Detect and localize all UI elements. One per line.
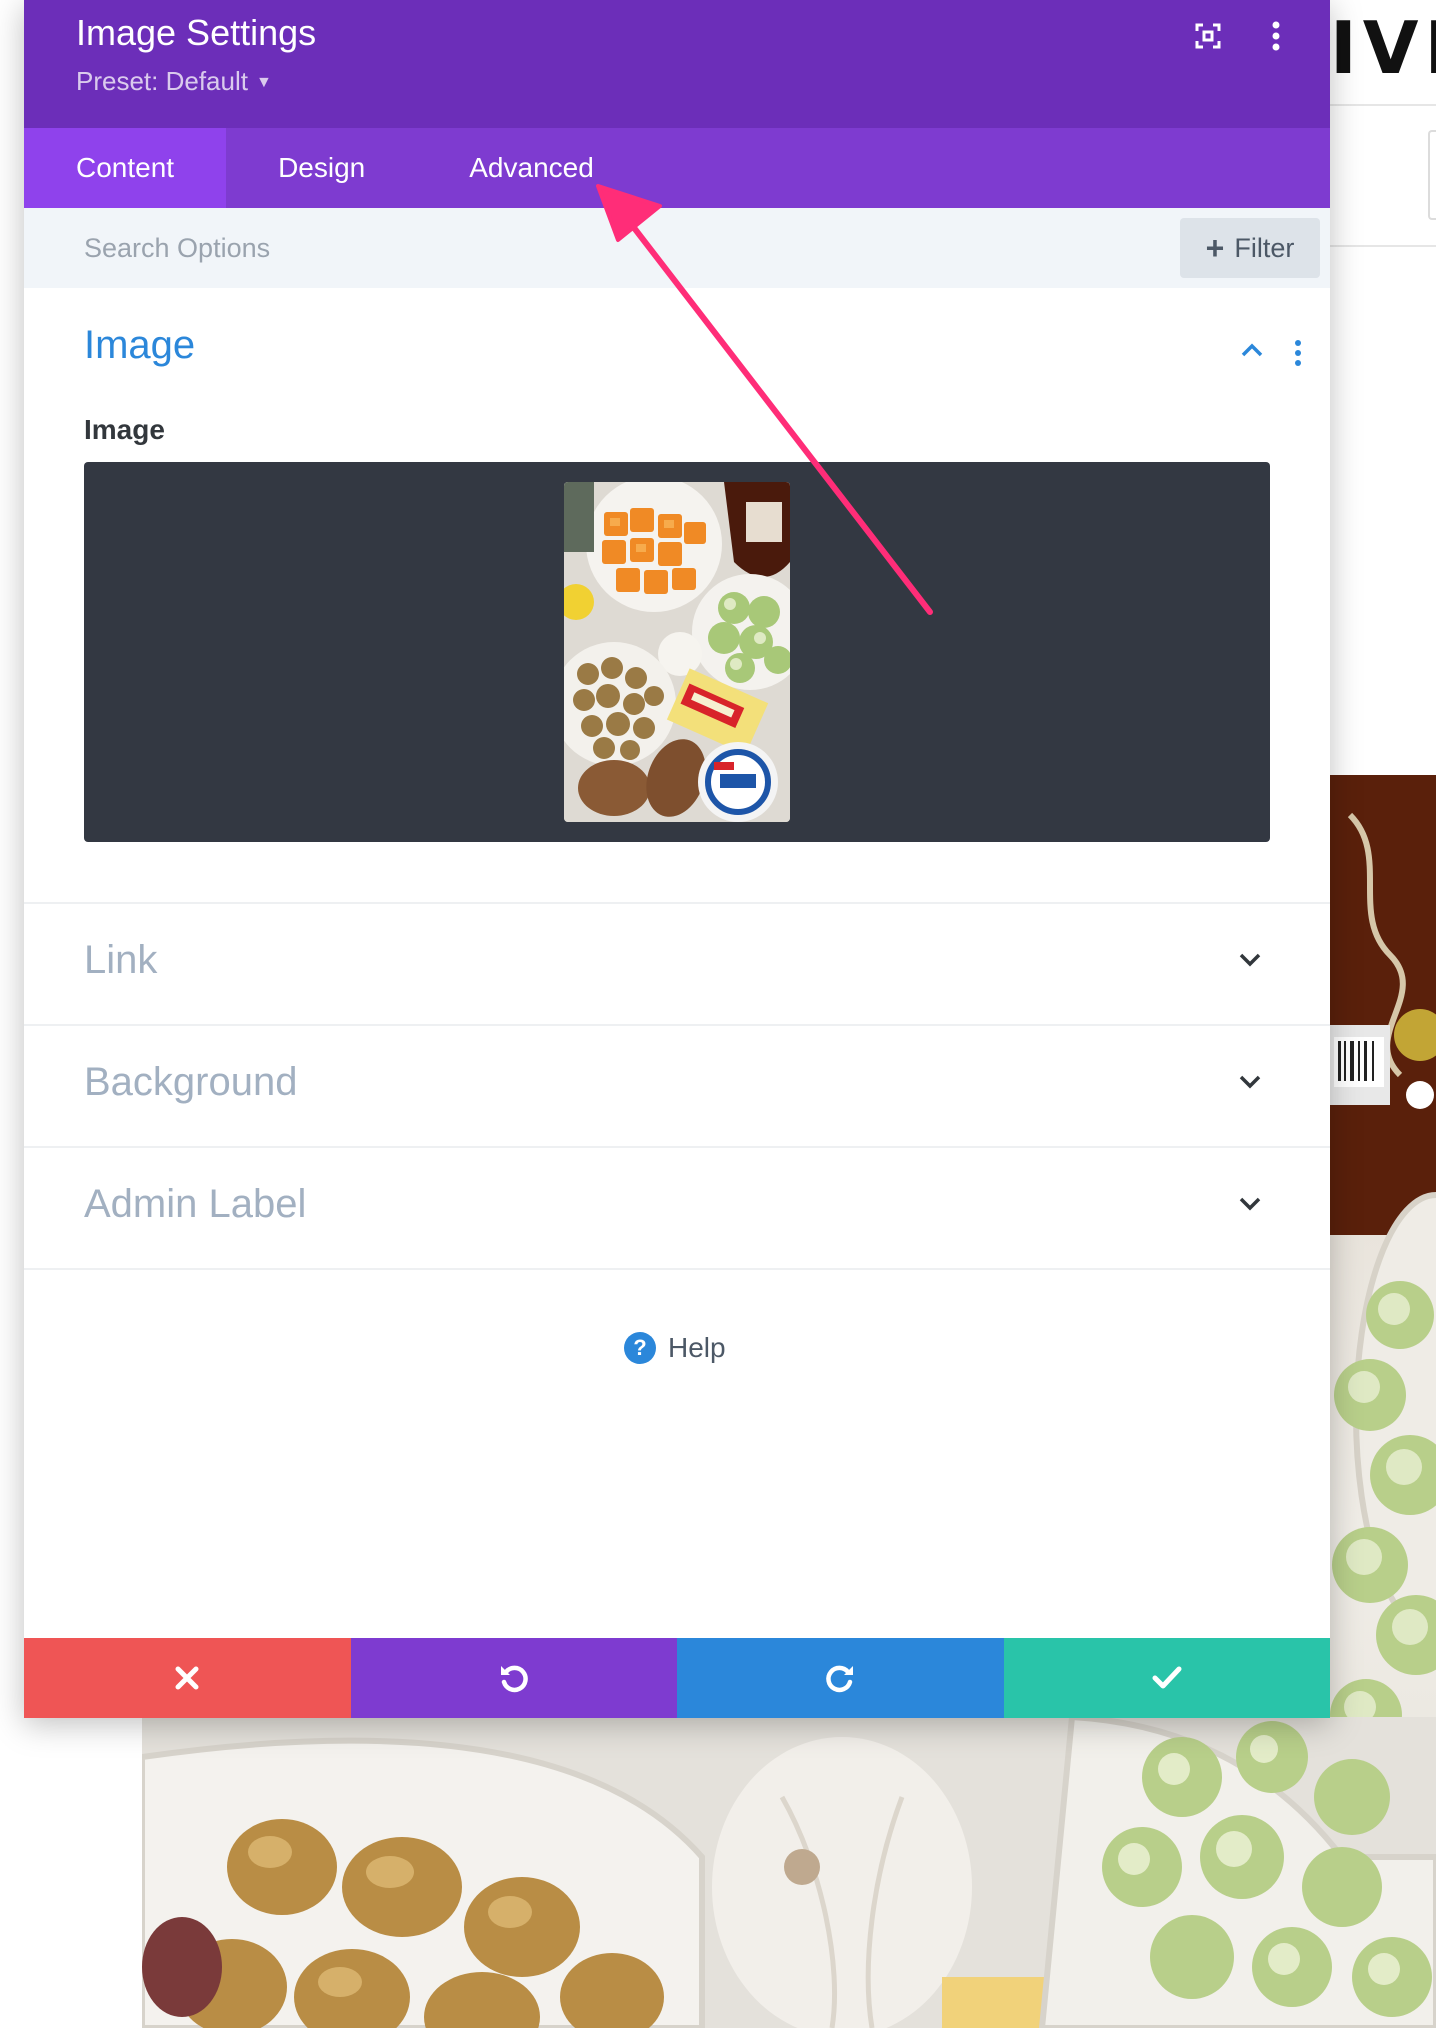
divider bbox=[24, 1268, 1330, 1270]
redo-button[interactable] bbox=[677, 1638, 1004, 1718]
help-link[interactable]: ? Help bbox=[624, 1332, 726, 1364]
modal-title: Image Settings bbox=[76, 12, 317, 53]
check-icon bbox=[1152, 1666, 1182, 1689]
modal-footer bbox=[24, 1638, 1330, 1718]
section-label: Link bbox=[84, 938, 158, 982]
search-bar: + Filter bbox=[24, 208, 1330, 288]
modal-header: Image Settings Preset: Default ▼ bbox=[24, 0, 1330, 128]
divider bbox=[1330, 245, 1436, 247]
caret-down-icon: ▼ bbox=[255, 74, 272, 92]
filter-label: Filter bbox=[1234, 232, 1295, 263]
divider bbox=[1330, 104, 1436, 106]
image-upload-area[interactable] bbox=[84, 462, 1270, 842]
section-options-icon[interactable] bbox=[1294, 340, 1302, 371]
page-element-edge bbox=[1428, 130, 1436, 220]
search-options-input[interactable] bbox=[84, 222, 984, 274]
close-icon bbox=[175, 1666, 199, 1690]
tab-design[interactable]: Design bbox=[226, 128, 417, 208]
settings-tabs: Content Design Advanced bbox=[24, 128, 1330, 208]
chevron-down-icon[interactable] bbox=[1238, 952, 1262, 973]
chevron-up-icon[interactable] bbox=[1240, 342, 1264, 363]
tab-content[interactable]: Content bbox=[24, 128, 227, 208]
help-label: Help bbox=[668, 1332, 726, 1363]
section-link[interactable]: Link bbox=[24, 902, 1330, 1024]
undo-icon bbox=[500, 1665, 528, 1693]
image-thumbnail bbox=[564, 482, 790, 822]
section-label: Background bbox=[84, 1060, 298, 1104]
site-logo: IVI bbox=[1330, 6, 1436, 90]
chevron-down-icon[interactable] bbox=[1238, 1196, 1262, 1217]
preset-label: Preset: Default bbox=[76, 66, 248, 96]
plus-icon: + bbox=[1205, 229, 1225, 266]
filter-button[interactable]: + Filter bbox=[1180, 218, 1320, 278]
section-admin-label[interactable]: Admin Label bbox=[24, 1146, 1330, 1268]
chevron-down-icon[interactable] bbox=[1238, 1074, 1262, 1095]
preset-selector[interactable]: Preset: Default ▼ bbox=[76, 66, 272, 97]
cancel-button[interactable] bbox=[24, 1638, 351, 1718]
expand-icon[interactable] bbox=[1188, 16, 1228, 56]
help-icon: ? bbox=[624, 1332, 656, 1364]
background-photo-bottom bbox=[142, 1717, 1436, 2028]
tab-advanced[interactable]: Advanced bbox=[417, 128, 646, 208]
section-background[interactable]: Background bbox=[24, 1024, 1330, 1146]
save-button[interactable] bbox=[1003, 1638, 1330, 1718]
image-settings-modal: Image Settings Preset: Default ▼ Content … bbox=[24, 0, 1330, 1718]
more-vertical-icon[interactable] bbox=[1256, 16, 1296, 56]
image-field-label: Image bbox=[84, 414, 165, 445]
redo-icon bbox=[826, 1665, 854, 1693]
section-label: Admin Label bbox=[84, 1182, 307, 1226]
section-title-image[interactable]: Image bbox=[84, 323, 195, 368]
undo-button[interactable] bbox=[350, 1638, 677, 1718]
